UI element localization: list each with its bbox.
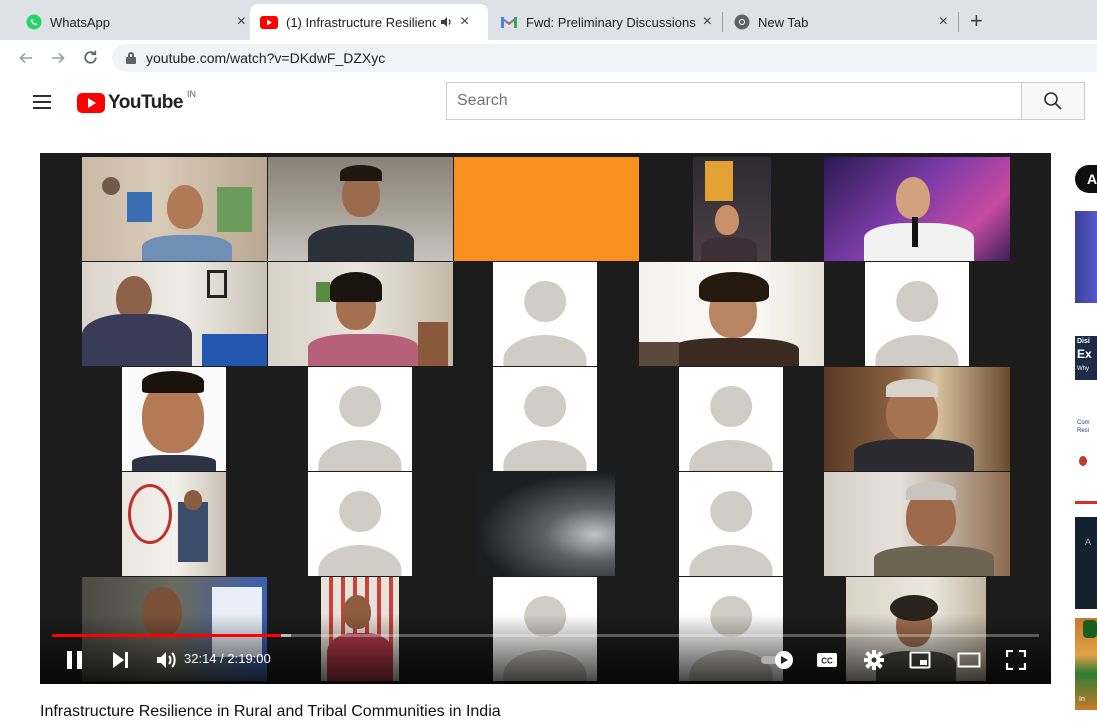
- participant-placeholder: [679, 472, 783, 576]
- url-text[interactable]: youtube.com/watch?v=DKdwF_DZXyc: [146, 50, 385, 66]
- participant-video: [824, 367, 1010, 471]
- participant-placeholder: [493, 262, 597, 366]
- fullscreen-icon[interactable]: [1006, 650, 1026, 670]
- thumbnail-text: Com: [1077, 420, 1090, 426]
- thumbnail-text: Disi: [1077, 338, 1090, 345]
- forward-icon[interactable]: [50, 50, 66, 66]
- back-icon[interactable]: [18, 50, 34, 66]
- video-title: Infrastructure Resilience in Rural and T…: [40, 703, 501, 720]
- filter-chip[interactable]: A: [1075, 165, 1097, 193]
- chrome-icon: [734, 14, 750, 30]
- youtube-header: YouTube IN: [0, 76, 1097, 130]
- time-display: 32:14 / 2:19:00: [184, 651, 271, 666]
- pause-icon[interactable]: [66, 650, 84, 670]
- youtube-logo[interactable]: YouTube IN: [77, 89, 196, 114]
- tab-whatsapp[interactable]: WhatsApp ×: [16, 4, 256, 40]
- video-player[interactable]: 32:14 / 2:19:00 CC: [40, 153, 1051, 684]
- participant-video: [477, 472, 615, 576]
- youtube-logo-text: YouTube: [108, 92, 183, 113]
- close-tab-icon[interactable]: ×: [939, 13, 948, 31]
- progress-bar[interactable]: [52, 634, 1039, 637]
- gmail-icon: [500, 16, 518, 28]
- controls-gradient: [40, 614, 1051, 684]
- participant-video: [268, 157, 453, 261]
- recommended-thumbnail[interactable]: A: [1075, 517, 1097, 609]
- youtube-play-icon: [77, 93, 105, 113]
- participant-video: [82, 262, 267, 366]
- participant-placeholder: [493, 367, 597, 471]
- next-icon[interactable]: [112, 651, 130, 669]
- participant-video: [824, 472, 1010, 576]
- theater-mode-icon[interactable]: [957, 652, 981, 668]
- country-code: IN: [186, 89, 196, 99]
- search-icon: [1044, 92, 1062, 110]
- participant-video: [824, 157, 1010, 261]
- thumbnail-text: A: [1085, 537, 1092, 547]
- close-tab-icon[interactable]: ×: [460, 13, 469, 31]
- close-tab-icon[interactable]: ×: [237, 13, 246, 31]
- tab-separator: [722, 12, 723, 32]
- settings-icon[interactable]: [864, 650, 884, 670]
- autoplay-toggle-icon[interactable]: [760, 650, 796, 670]
- participant-placeholder: [679, 367, 783, 471]
- thumbnail-text: Resi: [1077, 428, 1090, 434]
- close-tab-icon[interactable]: ×: [703, 13, 712, 31]
- search-button[interactable]: [1021, 82, 1085, 120]
- recommended-thumbnail[interactable]: Disi Ex Why: [1075, 314, 1097, 380]
- youtube-favicon-icon: [260, 15, 278, 29]
- volume-icon[interactable]: [156, 650, 178, 670]
- tab-bar: WhatsApp × (1) Infrastructure Resilience…: [0, 0, 1097, 40]
- participant-video: [82, 157, 267, 261]
- tab-title: Fwd: Preliminary Discussions with: [526, 14, 697, 30]
- whatsapp-icon: [26, 14, 42, 30]
- participant-placeholder: [308, 472, 412, 576]
- participant-video: [268, 262, 453, 366]
- search-box: [446, 82, 1022, 120]
- reload-icon[interactable]: [82, 49, 99, 66]
- omnibox[interactable]: youtube.com/watch?v=DKdwF_DZXyc: [112, 44, 1097, 72]
- tab-title: WhatsApp: [50, 14, 110, 30]
- tab-youtube[interactable]: (1) Infrastructure Resilience i ×: [250, 4, 488, 40]
- subtitles-icon[interactable]: CC: [816, 651, 838, 669]
- lock-icon[interactable]: [126, 52, 136, 64]
- svg-text:CC: CC: [821, 657, 833, 666]
- participant-video: [639, 262, 824, 366]
- thumbnail-text: In: [1079, 696, 1085, 703]
- participant-video: [693, 157, 771, 261]
- tab-separator: [958, 12, 959, 32]
- thumbnail-text: Ex: [1077, 347, 1092, 361]
- thumbnail-text: Why: [1077, 366, 1089, 372]
- participant-placeholder: [308, 367, 412, 471]
- participant-video: [122, 472, 226, 576]
- menu-icon[interactable]: [33, 95, 51, 109]
- recommended-thumbnail[interactable]: In: [1075, 618, 1097, 710]
- address-bar: youtube.com/watch?v=DKdwF_DZXyc: [0, 40, 1097, 76]
- recommended-thumbnail[interactable]: Com Resi: [1075, 412, 1097, 504]
- participant-placeholder: [865, 262, 969, 366]
- played-bar: [52, 634, 281, 637]
- tab-new-tab[interactable]: New Tab ×: [724, 4, 958, 40]
- participant-video-off: [454, 157, 639, 261]
- new-tab-button[interactable]: +: [970, 8, 983, 34]
- miniplayer-icon[interactable]: [909, 651, 931, 669]
- search-input[interactable]: [447, 83, 1021, 119]
- tab-gmail[interactable]: Fwd: Preliminary Discussions with ×: [490, 4, 722, 40]
- participant-video: [122, 367, 226, 471]
- recommended-thumbnail[interactable]: [1075, 211, 1097, 303]
- audio-playing-icon[interactable]: [440, 16, 454, 28]
- tab-title: New Tab: [758, 14, 809, 30]
- tab-title: (1) Infrastructure Resilience i: [286, 14, 436, 30]
